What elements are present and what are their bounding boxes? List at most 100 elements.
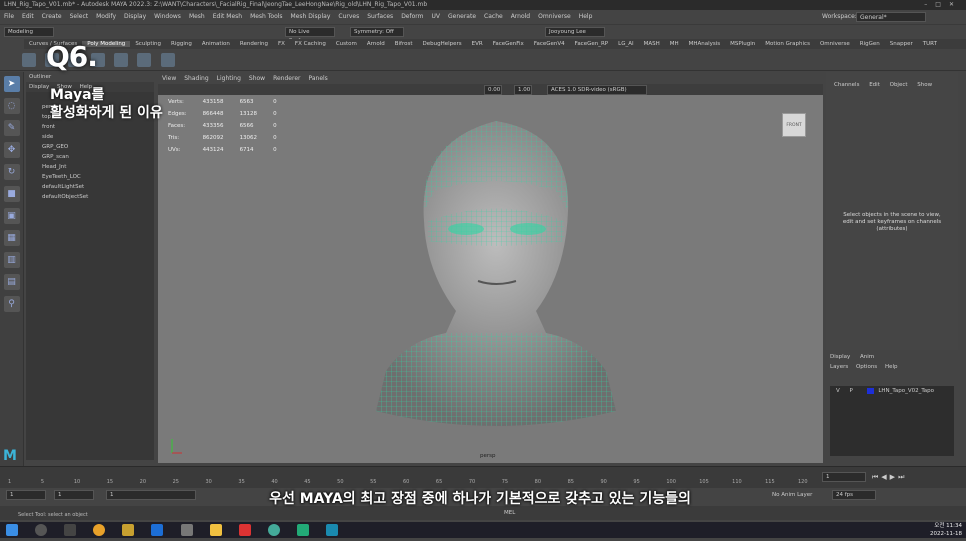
outliner-item[interactable]: front — [26, 122, 154, 132]
shelf-tab[interactable]: Omniverse — [815, 41, 855, 47]
shelf-tab[interactable]: MHAnalysis — [684, 41, 726, 47]
scale-tool-icon[interactable]: ■ — [3, 186, 20, 202]
channel-tab-object[interactable]: Object — [886, 82, 912, 88]
menu-item[interactable]: File — [0, 13, 18, 20]
menu-item[interactable]: UV — [428, 13, 445, 20]
exposure-field[interactable]: 0.00 — [484, 85, 502, 95]
fps-dropdown[interactable]: 24 fps — [832, 490, 876, 500]
shelf-tab[interactable]: DebugHelpers — [417, 41, 466, 47]
windows-start-icon[interactable] — [6, 524, 18, 536]
shelf-tab[interactable]: Arnold — [362, 41, 390, 47]
menu-item[interactable]: Windows — [150, 13, 185, 20]
select-tool-icon[interactable]: ➤ — [3, 76, 20, 92]
user-account[interactable]: Jooyoung Lee — [545, 27, 605, 37]
rotate-tool-icon[interactable]: ↻ — [3, 164, 20, 180]
outliner-item[interactable]: defaultObjectSet — [26, 192, 154, 202]
range-start-field[interactable]: 1 — [6, 490, 46, 500]
menu-item[interactable]: Cache — [480, 13, 507, 20]
acrobat-icon[interactable] — [238, 524, 251, 536]
lasso-tool-icon[interactable]: ◌ — [3, 98, 20, 114]
shelf-tool-icon[interactable] — [114, 53, 129, 67]
menu-item[interactable]: Arnold — [507, 13, 534, 20]
menu-item[interactable]: Help — [575, 13, 597, 20]
search-icon[interactable] — [35, 524, 48, 536]
outliner-item[interactable]: EyeTeeth_LOC — [26, 172, 154, 182]
paint-select-icon[interactable]: ✎ — [3, 120, 20, 136]
menu-item[interactable]: Select — [66, 13, 93, 20]
3d-viewport[interactable]: Verts: 433158 6563 0 Edges: 866448 13128 0 Faces… — [158, 95, 823, 463]
shelf-tab[interactable]: Custom — [331, 41, 362, 47]
shelf-tab[interactable]: FaceGenFix — [488, 41, 529, 47]
menu-item[interactable]: Deform — [397, 13, 427, 20]
shelf-tab[interactable]: FX Caching — [290, 41, 331, 47]
maya-taskbar-icon[interactable] — [326, 524, 339, 536]
menu-item[interactable]: Curves — [334, 13, 363, 20]
shelf-tab[interactable]: LG_AI — [613, 41, 638, 47]
shelf-tool-icon[interactable] — [22, 53, 36, 67]
shelf-tab[interactable]: FaceGenV4 — [529, 41, 570, 47]
gamma-field[interactable]: 1.00 — [514, 85, 532, 95]
channel-tab-show[interactable]: Show — [913, 82, 936, 88]
shelf-tab[interactable]: EVR — [467, 41, 488, 47]
viewport-menu-item[interactable]: Shading — [180, 75, 212, 82]
move-tool-icon[interactable]: ✥ — [3, 142, 20, 158]
viewport-menu-item[interactable]: Show — [245, 75, 269, 82]
search-icon[interactable]: ⚲ — [3, 296, 20, 312]
outliner-layout-icon[interactable]: ▤ — [3, 274, 20, 290]
layer-color-swatch[interactable] — [866, 387, 874, 394]
system-clock[interactable]: 오전 11:34 2022-11-18 — [930, 522, 962, 538]
menu-item[interactable]: Edit — [18, 13, 38, 20]
head-mesh[interactable] — [366, 101, 626, 431]
viewport-menu-item[interactable]: View — [158, 75, 180, 82]
shelf-tool-icon[interactable] — [137, 53, 152, 67]
time-slider[interactable]: 1 5 10 15 20 25 30 35 40 45 50 55 60 65 70 75 80 85 90 95 10… — [0, 466, 966, 488]
layer-menu-help[interactable]: Help — [885, 364, 898, 370]
outliner-item[interactable]: GRP_GEO — [26, 142, 154, 152]
outlook-icon[interactable] — [151, 524, 164, 536]
shelf-tab[interactable]: Sculpting — [130, 41, 166, 47]
menu-item[interactable]: Modify — [92, 13, 120, 20]
outliner-item[interactable]: defaultLightSet — [26, 182, 154, 192]
shelf-tab[interactable]: RigGen — [855, 41, 885, 47]
layer-tab-display[interactable]: Display — [830, 354, 850, 360]
layout-single-icon[interactable]: ▣ — [3, 208, 20, 224]
layer-visibility-toggle[interactable]: V — [836, 388, 840, 394]
app-icon[interactable] — [180, 524, 193, 536]
viewcube[interactable]: FRONT — [782, 113, 806, 137]
shelf-tab[interactable]: Motion Graphics — [760, 41, 815, 47]
workspace-dropdown[interactable]: General* — [856, 12, 926, 22]
shelf-tab[interactable]: Rigging — [166, 41, 197, 47]
menu-item[interactable]: Edit Mesh — [209, 13, 246, 20]
shelf-tool-icon[interactable] — [160, 53, 175, 67]
menu-item[interactable]: Create — [38, 13, 66, 20]
layer-row[interactable]: V P LHN_Tapo_V02_Tapo — [830, 386, 954, 396]
shelf-tab[interactable]: FX — [273, 41, 290, 47]
app-icon[interactable] — [296, 524, 309, 536]
task-view-icon[interactable] — [64, 524, 77, 536]
layer-playback-toggle[interactable]: P — [850, 388, 853, 394]
shelf-tab[interactable]: Snapper — [885, 41, 918, 47]
menu-item[interactable]: Display — [120, 13, 150, 20]
viewport-menu-item[interactable]: Panels — [304, 75, 331, 82]
layer-menu-layers[interactable]: Layers — [830, 364, 848, 370]
range-start-inner-field[interactable]: 1 — [54, 490, 94, 500]
anim-layer-label[interactable]: No Anim Layer — [772, 488, 812, 502]
viewport-menu-item[interactable]: Renderer — [269, 75, 304, 82]
playback-controls-icon[interactable]: ⏮◀▶⏭ — [872, 473, 907, 482]
command-line[interactable]: MEL — [0, 506, 966, 520]
channel-tab-edit[interactable]: Edit — [865, 82, 884, 88]
shelf-tab[interactable]: Animation — [197, 41, 235, 47]
layer-menu-options[interactable]: Options — [856, 364, 877, 370]
menu-item[interactable]: Surfaces — [363, 13, 397, 20]
shelf-tab[interactable]: MH — [665, 41, 684, 47]
viewport-menu-item[interactable]: Lighting — [213, 75, 245, 82]
colorspace-dropdown[interactable]: ACES 1.0 SDR-video (sRGB) — [547, 85, 647, 95]
range-bar[interactable]: 1 — [106, 490, 196, 500]
shelf-tab[interactable]: MASH — [639, 41, 665, 47]
shelf-tab[interactable]: FaceGen_RP — [570, 41, 613, 47]
layer-tab-anim[interactable]: Anim — [860, 354, 874, 360]
shelf-tab[interactable]: MSPlugin — [725, 41, 760, 47]
shelf-tab[interactable]: TURT — [918, 41, 942, 47]
outliner-item[interactable]: side — [26, 132, 154, 142]
menu-item[interactable]: Mesh — [185, 13, 209, 20]
